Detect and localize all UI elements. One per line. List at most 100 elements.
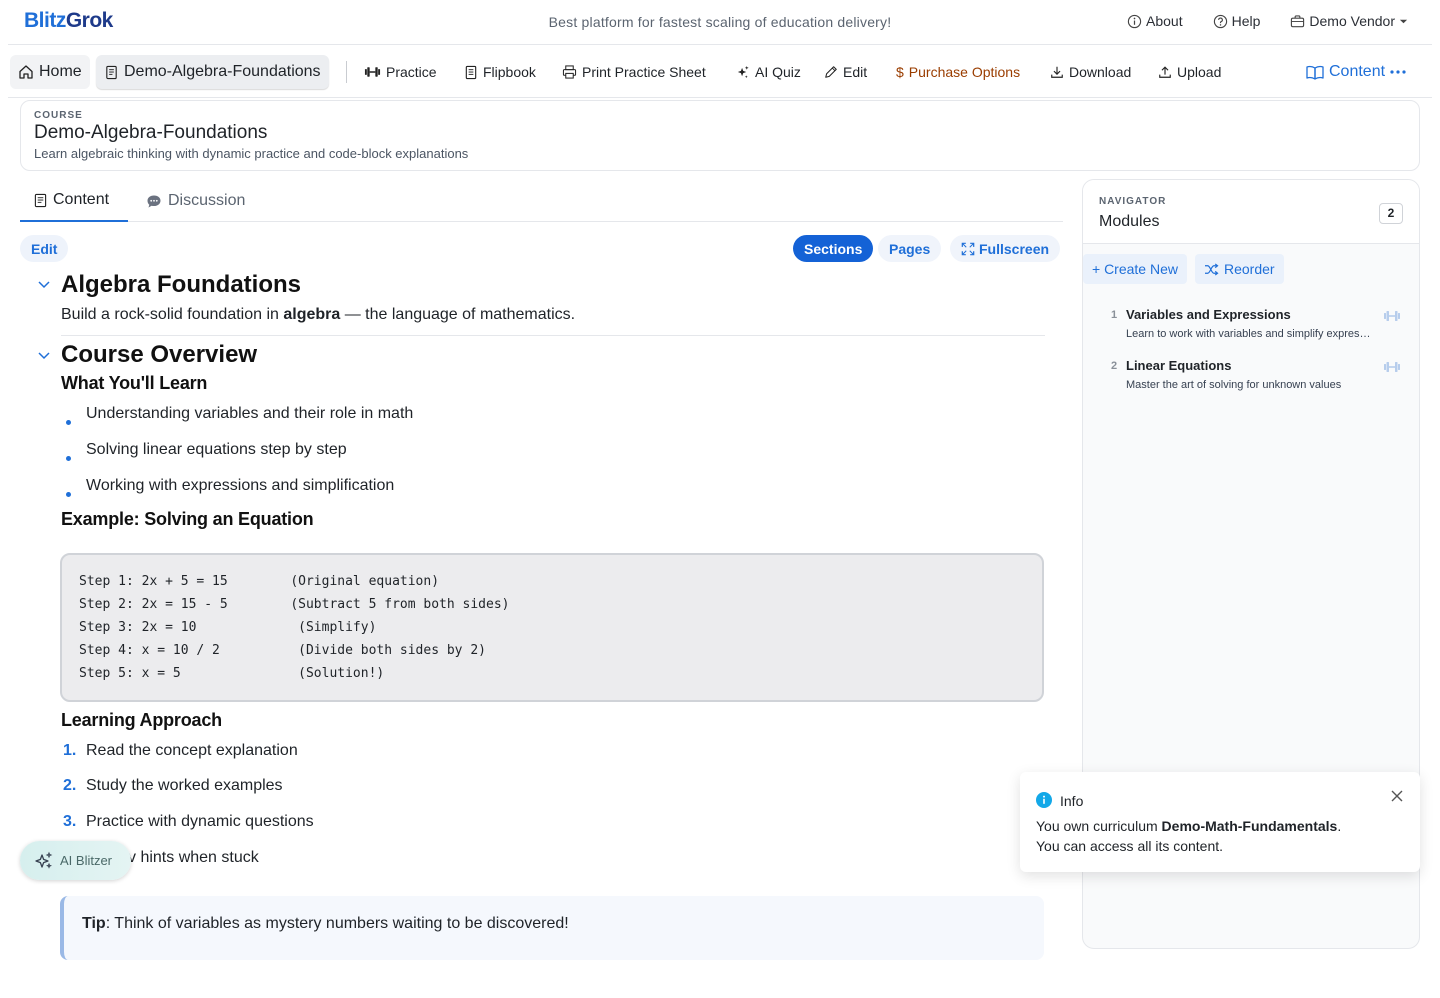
reorder-label: Reorder bbox=[1224, 261, 1275, 277]
document-icon bbox=[34, 193, 47, 207]
course-title: Demo-Algebra-Foundations bbox=[34, 122, 268, 143]
module-title: Linear Equations bbox=[1126, 358, 1232, 373]
subheading-example: Example: Solving an Equation bbox=[61, 509, 314, 529]
top-nav: About Help Demo Vendor bbox=[1127, 13, 1408, 29]
upload-button[interactable]: Upload bbox=[1150, 55, 1229, 89]
upload-icon bbox=[1159, 66, 1171, 78]
list-bullet bbox=[66, 456, 71, 461]
module-number: 2 bbox=[1111, 360, 1118, 372]
purchase-options-button[interactable]: $ Purchase Options bbox=[888, 55, 1028, 89]
section-lead: Build a rock-solid foundation in algebra… bbox=[61, 306, 576, 323]
list-item: Understanding variables and their role i… bbox=[86, 405, 414, 422]
ai-blitzer-button[interactable]: AI Blitzer bbox=[20, 841, 131, 880]
fullscreen-button[interactable]: Fullscreen bbox=[950, 235, 1061, 262]
create-new-module-button[interactable]: + Create New bbox=[1083, 254, 1187, 284]
pages-view-button[interactable]: Pages bbox=[878, 235, 942, 262]
navigator-header: NAVIGATOR Modules 2 bbox=[1083, 180, 1419, 244]
course-kicker: COURSE bbox=[34, 110, 83, 121]
info-toast: Info You own curriculum Demo-Math-Fundam… bbox=[1020, 772, 1420, 872]
ai-quiz-button[interactable]: AI Quiz bbox=[728, 55, 809, 89]
navigator-kicker: NAVIGATOR bbox=[1099, 196, 1167, 207]
dumbbell-icon bbox=[364, 67, 381, 77]
section-heading-course-overview: Course Overview bbox=[61, 341, 258, 368]
question-circle-icon bbox=[1213, 14, 1227, 28]
navigator-title: Modules bbox=[1099, 213, 1160, 230]
expand-icon bbox=[961, 242, 975, 255]
edit-button[interactable]: Edit bbox=[816, 55, 875, 89]
about-label: About bbox=[1146, 13, 1183, 29]
subheading-learning-approach: Learning Approach bbox=[61, 710, 222, 730]
flipbook-label: Flipbook bbox=[483, 64, 536, 80]
printer-icon bbox=[562, 65, 577, 79]
chevron-down-icon[interactable] bbox=[37, 348, 51, 362]
toast-message: You own curriculum Demo-Math-Fundamental… bbox=[1036, 818, 1342, 834]
ellipsis-icon bbox=[1390, 70, 1406, 74]
list-bullet bbox=[66, 420, 71, 425]
ai-blitzer-label: AI Blitzer bbox=[60, 853, 113, 868]
close-icon[interactable] bbox=[1390, 789, 1404, 803]
code-line: Step 2: 2x = 15 - 5 (Subtract 5 from bot… bbox=[79, 597, 510, 612]
toast-title: Info bbox=[1060, 793, 1084, 809]
download-label: Download bbox=[1069, 64, 1132, 80]
top-bar: BlitzGrok Best platform for fastest scal… bbox=[8, 0, 1432, 45]
code-line: Step 1: 2x + 5 = 15 (Original equation) bbox=[79, 574, 440, 589]
list-item: Working with expressions and simplificat… bbox=[86, 477, 395, 494]
dumbbell-icon[interactable] bbox=[1383, 360, 1401, 374]
tab-content-label: Content bbox=[53, 191, 110, 208]
sections-view-button[interactable]: Sections bbox=[793, 235, 874, 262]
ai-quiz-label: AI Quiz bbox=[755, 64, 801, 80]
content-menu-button[interactable]: Content bbox=[1298, 55, 1414, 89]
module-number: 1 bbox=[1111, 309, 1118, 321]
ordered-list-item: Study the worked examples bbox=[86, 777, 283, 794]
home-label: Home bbox=[39, 63, 82, 80]
list-bullet bbox=[66, 492, 71, 497]
vendor-menu[interactable]: Demo Vendor bbox=[1290, 13, 1408, 29]
course-header-card: COURSE Demo-Algebra-Foundations Learn al… bbox=[20, 100, 1420, 171]
tab-discussion-label: Discussion bbox=[168, 192, 246, 209]
about-link[interactable]: About bbox=[1127, 13, 1183, 29]
flipbook-button[interactable]: Flipbook bbox=[456, 55, 544, 89]
dollar-icon: $ bbox=[896, 64, 904, 80]
list-number: 1. bbox=[63, 742, 77, 759]
course-breadcrumb[interactable]: Demo-Algebra-Foundations bbox=[96, 55, 329, 89]
reorder-modules-button[interactable]: Reorder bbox=[1195, 254, 1284, 284]
code-line: Step 3: 2x = 10 (Simplify) bbox=[79, 620, 377, 635]
tip-text: Tip: Think of variables as mystery numbe… bbox=[82, 915, 569, 932]
book-icon bbox=[465, 65, 477, 79]
help-link[interactable]: Help bbox=[1213, 13, 1260, 29]
vendor-label: Demo Vendor bbox=[1309, 13, 1395, 29]
content-menu-label: Content bbox=[1329, 63, 1386, 80]
module-count-badge: 2 bbox=[1379, 203, 1403, 224]
pencil-icon bbox=[825, 66, 837, 78]
info-circle-icon bbox=[1127, 14, 1142, 28]
open-book-icon bbox=[1306, 65, 1324, 80]
edit-label: Edit bbox=[843, 64, 868, 80]
tab-content[interactable]: Content bbox=[20, 180, 128, 222]
dumbbell-icon[interactable] bbox=[1383, 309, 1401, 323]
home-button[interactable]: Home bbox=[10, 55, 90, 89]
tip-callout: Tip: Think of variables as mystery numbe… bbox=[60, 896, 1044, 960]
chevron-down-icon[interactable] bbox=[37, 277, 51, 291]
module-description: Learn to work with variables and simplif… bbox=[1126, 328, 1376, 340]
info-filled-icon bbox=[1036, 792, 1052, 808]
toast-message-line2: You can access all its content. bbox=[1036, 838, 1224, 854]
sparkles-icon bbox=[35, 851, 53, 869]
chat-bubble-icon bbox=[147, 195, 161, 207]
course-breadcrumb-label: Demo-Algebra-Foundations bbox=[124, 63, 321, 80]
content-edit-button[interactable]: Edit bbox=[20, 235, 69, 262]
list-item: Solving linear equations step by step bbox=[86, 441, 347, 458]
tab-discussion[interactable]: Discussion bbox=[132, 180, 259, 222]
ordered-list-item: Practice with dynamic questions bbox=[86, 813, 314, 830]
print-practice-sheet-button[interactable]: Print Practice Sheet bbox=[554, 55, 714, 89]
practice-button[interactable]: Practice bbox=[356, 55, 445, 89]
shuffle-icon bbox=[1205, 262, 1219, 276]
download-icon bbox=[1051, 66, 1063, 78]
home-icon bbox=[19, 65, 33, 79]
content-tabs: Content Discussion bbox=[20, 180, 1063, 222]
download-button[interactable]: Download bbox=[1042, 55, 1139, 89]
module-description: Master the art of solving for unknown va… bbox=[1126, 379, 1342, 391]
toolbar-divider bbox=[346, 61, 347, 83]
document-icon bbox=[106, 65, 117, 79]
print-label: Print Practice Sheet bbox=[582, 64, 706, 80]
module-title: Variables and Expressions bbox=[1126, 307, 1291, 322]
